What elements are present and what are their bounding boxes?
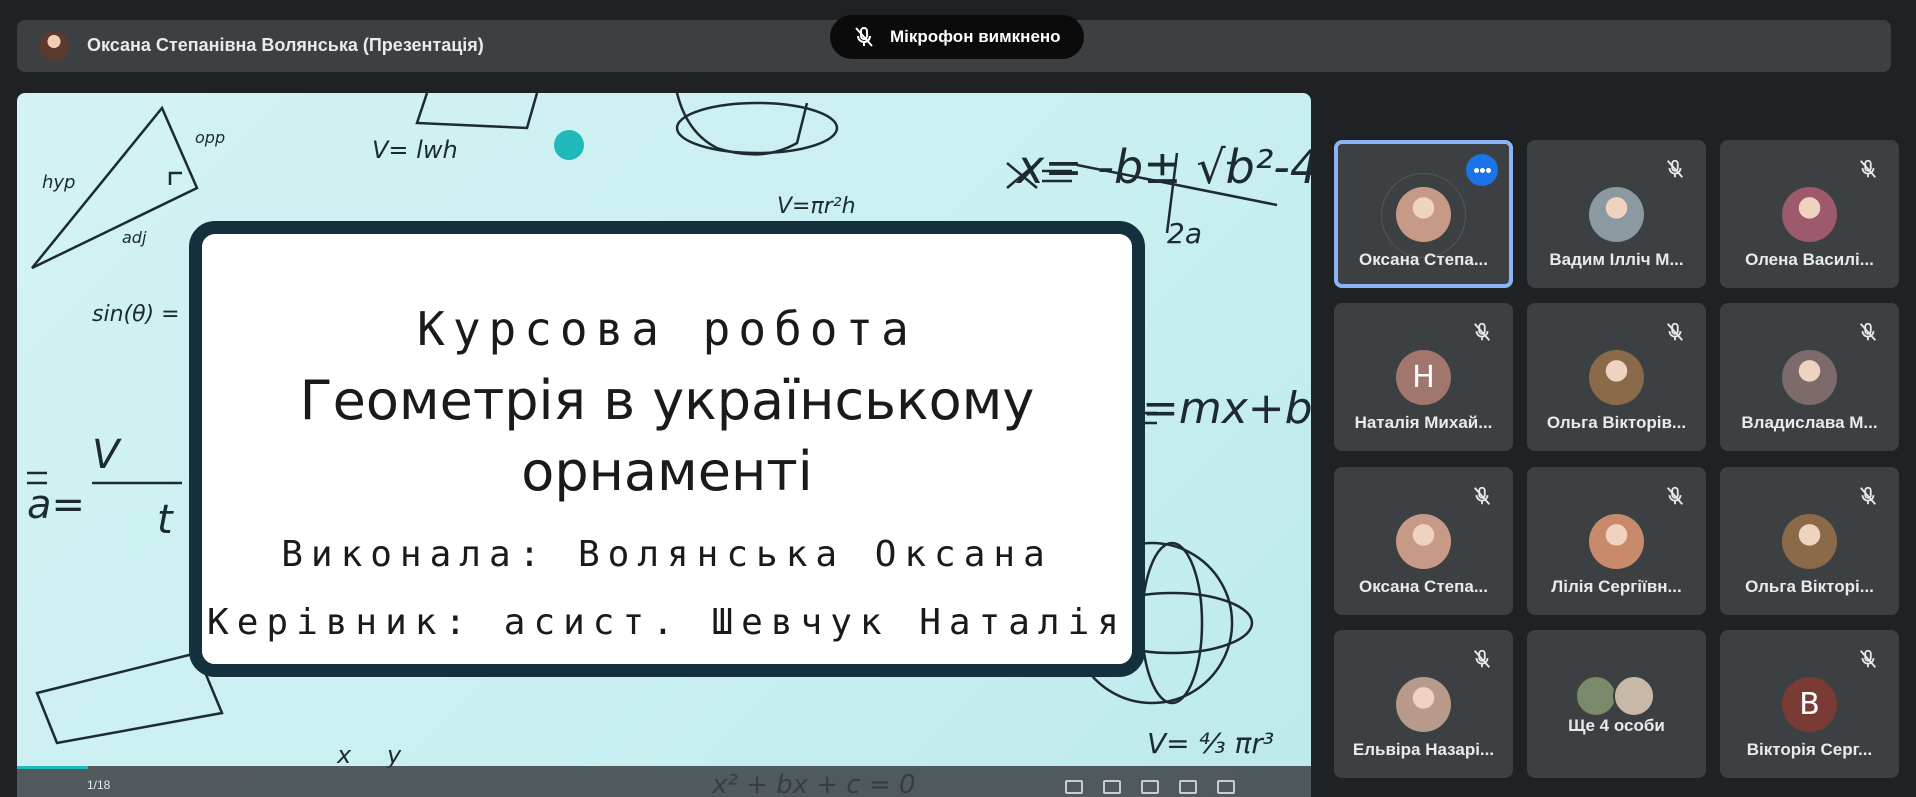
avatar-initial: Н	[1396, 350, 1451, 405]
mic-off-icon	[1666, 159, 1684, 178]
avatar	[1782, 514, 1837, 569]
svg-text:hyp: hyp	[42, 172, 76, 193]
participant-name: Оксана Степа...	[1358, 250, 1489, 269]
svg-text:opp: opp	[195, 128, 225, 147]
participant-name: Ольга Вікторі...	[1745, 577, 1874, 596]
laser-pointer	[554, 130, 584, 160]
participant-name: Наталія Михай...	[1354, 413, 1493, 432]
svg-text:2a: 2a	[1167, 217, 1202, 250]
participant-tile[interactable]: Лілія Сергіївн...	[1527, 467, 1706, 615]
avatar-initial: В	[1782, 677, 1837, 732]
avatar	[1589, 350, 1644, 405]
avatar	[1396, 187, 1451, 242]
participant-name: Вадим Ілліч М...	[1549, 250, 1684, 269]
participant-name: Олена Василі...	[1745, 250, 1874, 269]
zoom-icon[interactable]	[1065, 780, 1083, 794]
participant-name: Владислава М...	[1741, 413, 1878, 432]
participant-name: Вікторія Серг...	[1746, 740, 1873, 759]
more-icon[interactable]	[1217, 780, 1235, 794]
avatar	[1782, 350, 1837, 405]
svg-text:y: y	[386, 741, 402, 769]
participant-tile[interactable]: Ельвіра Назарі...	[1334, 630, 1513, 778]
participant-name: Ольга Вікторів...	[1546, 413, 1687, 432]
presentation-view[interactable]: hyp opp adj sin(θ) = V= lwh V=πr²h x= -b…	[17, 93, 1311, 797]
participant-tile[interactable]: Оксана Степа...	[1334, 467, 1513, 615]
participant-tile[interactable]: Ольга Вікторі...	[1720, 467, 1899, 615]
svg-text:sin(θ) =: sin(θ) =	[92, 302, 180, 327]
mic-off-icon	[1859, 486, 1877, 505]
participant-tile[interactable]: Н Наталія Михай...	[1334, 303, 1513, 451]
mic-off-icon	[1666, 322, 1684, 341]
mic-off-icon	[1473, 486, 1491, 505]
svg-text:V= ⁴⁄₃ πr³: V= ⁴⁄₃ πr³	[1147, 727, 1274, 760]
popout-icon[interactable]	[1179, 780, 1197, 794]
svg-text:=mx+b: =mx+b	[1142, 383, 1311, 434]
avatar	[1782, 187, 1837, 242]
slide-page-number: 1/18	[87, 778, 111, 792]
slide-title-card: Курсова робота Геометрія в українському …	[189, 221, 1145, 677]
mic-off-icon	[1666, 486, 1684, 505]
participant-name: Ще 4 особи	[1568, 716, 1665, 735]
mic-status-text: Мікрофон вимкнено	[890, 27, 1061, 46]
svg-text:V= lwh: V= lwh	[372, 136, 458, 164]
svg-text:t: t	[157, 497, 174, 543]
participant-tile[interactable]: Вадим Ілліч М...	[1527, 140, 1706, 288]
svg-text:V: V	[92, 432, 122, 478]
svg-text:adj: adj	[122, 228, 147, 247]
svg-text:V=πr²h: V=πr²h	[777, 194, 856, 219]
mic-off-icon	[1473, 649, 1491, 668]
svg-text:x= -b± √b²-4ac: x= -b± √b²-4ac	[1015, 140, 1311, 194]
participant-name: Лілія Сергіївн...	[1551, 577, 1682, 596]
svg-text:x: x	[336, 741, 352, 769]
slide-topic-line2: орнаменті	[521, 440, 813, 503]
participant-tile[interactable]: Олена Василі...	[1720, 140, 1899, 288]
cast-icon[interactable]	[1141, 780, 1159, 794]
svg-text:a=: a=	[27, 482, 85, 528]
mic-status-toast: Мікрофон вимкнено	[830, 15, 1084, 59]
participant-tile[interactable]: В Вікторія Серг...	[1720, 630, 1899, 778]
participant-tile[interactable]: Ще 4 особи	[1527, 630, 1706, 778]
presenter-name: Оксана Степанівна Волянська (Презентація…	[87, 35, 484, 55]
slide-title: Курсова робота	[417, 302, 917, 356]
slide-progress	[17, 766, 89, 769]
participant-tile[interactable]: Владислава М...	[1720, 303, 1899, 451]
avatar	[1396, 677, 1451, 732]
participant-tile[interactable]: Ольга Вікторів...	[1527, 303, 1706, 451]
avatar	[1589, 187, 1644, 242]
mic-off-icon	[855, 27, 873, 47]
mic-off-icon	[1473, 322, 1491, 341]
mic-off-icon	[1859, 322, 1877, 341]
avatar	[1396, 514, 1451, 569]
slide-author: Виконала: Волянська Оксана	[281, 534, 1053, 575]
avatar	[1613, 675, 1655, 717]
participant-tile[interactable]: Оксана Степа...	[1334, 140, 1513, 288]
avatar	[1589, 514, 1644, 569]
slide-controls: 1/18	[17, 766, 1311, 797]
mic-off-icon	[1859, 159, 1877, 178]
participant-name: Ельвіра Назарі...	[1352, 740, 1495, 759]
mic-off-icon	[1859, 649, 1877, 668]
more-options-icon[interactable]	[1466, 154, 1498, 186]
participant-name: Оксана Степа...	[1358, 577, 1489, 596]
slide-topic-line1: Геометрія в українському	[299, 369, 1035, 432]
captions-icon[interactable]	[1103, 780, 1121, 794]
slide-supervisor: Керівник: асист. Шевчук Наталія	[207, 602, 1127, 643]
presenter-avatar	[39, 31, 69, 61]
avatar	[1575, 675, 1617, 717]
